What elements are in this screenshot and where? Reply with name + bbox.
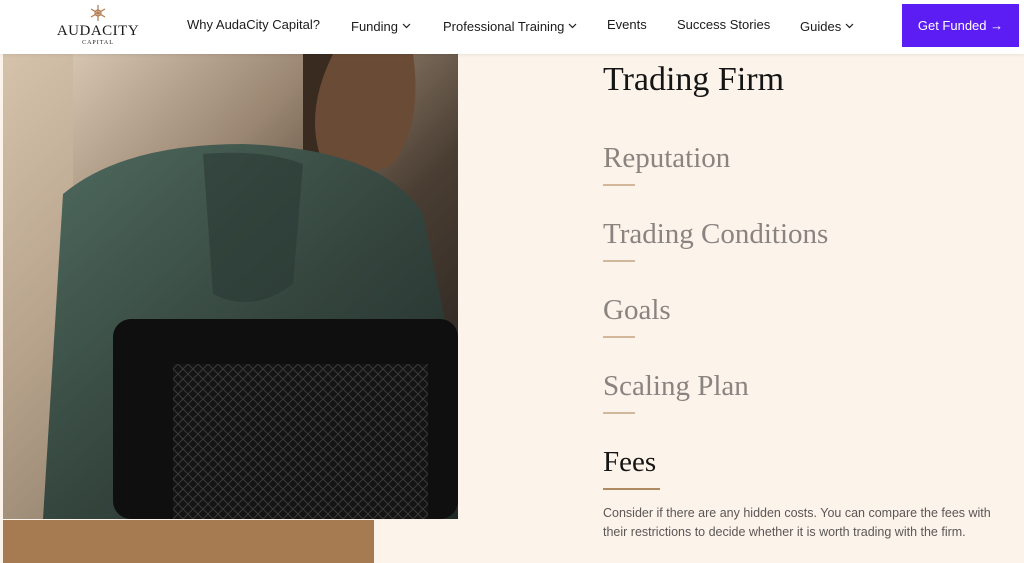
brand-name: AUDACITY	[56, 23, 140, 39]
accordion-item-trading-conditions[interactable]: Trading Conditions	[603, 216, 828, 262]
nav-label: Funding	[351, 19, 398, 34]
accordion-underline	[603, 336, 635, 338]
nav-label: Success Stories	[677, 17, 771, 32]
nav-success-stories[interactable]: Success Stories	[677, 17, 770, 33]
accordion-title: Goals	[603, 294, 671, 326]
brand-logo[interactable]: AUDACITY CAPITAL	[50, 4, 146, 50]
accordion-underline	[603, 488, 660, 490]
accordion-title: Trading Conditions	[603, 218, 829, 250]
nav-label: Guides	[800, 19, 842, 34]
nav-label: Why AudaCity Capital?	[187, 17, 320, 32]
accordion-underline	[603, 260, 635, 262]
accordion-title: Scaling Plan	[603, 370, 749, 402]
nav-label: Events	[607, 17, 647, 32]
trader-photo	[3, 54, 458, 519]
chevron-down-icon	[402, 17, 411, 33]
brand-subtitle: CAPITAL	[82, 40, 114, 46]
nav-professional-training[interactable]: Professional Training	[443, 17, 577, 35]
accordion-title: Reputation	[603, 142, 731, 174]
accordion-underline	[603, 184, 635, 186]
section-heading: Trading Firm	[603, 61, 785, 98]
accordion-item-reputation[interactable]: Reputation	[603, 140, 730, 186]
accordion-item-scaling-plan[interactable]: Scaling Plan	[603, 368, 749, 414]
nav-why-audacity[interactable]: Why AudaCity Capital?	[187, 17, 320, 33]
get-funded-button[interactable]: Get Funded →	[902, 4, 1019, 47]
nav-funding[interactable]: Funding	[351, 17, 411, 35]
accordion-underline	[603, 412, 635, 414]
top-navbar: AUDACITY CAPITAL Why AudaCity Capital? F…	[0, 0, 1024, 54]
decorative-tan-block	[3, 520, 374, 563]
accordion-title: Fees	[603, 446, 657, 478]
nav-events[interactable]: Events	[607, 17, 647, 33]
accordion-item-fees[interactable]: Fees	[603, 444, 660, 490]
logo-emblem-icon	[87, 4, 109, 22]
accordion-item-goals[interactable]: Goals	[603, 292, 671, 338]
accordion-description: Consider if there are any hidden costs. …	[603, 506, 991, 539]
chevron-down-icon	[568, 17, 577, 33]
nav-guides[interactable]: Guides	[800, 17, 854, 35]
nav-label: Professional Training	[443, 19, 565, 34]
chevron-down-icon	[845, 17, 854, 33]
